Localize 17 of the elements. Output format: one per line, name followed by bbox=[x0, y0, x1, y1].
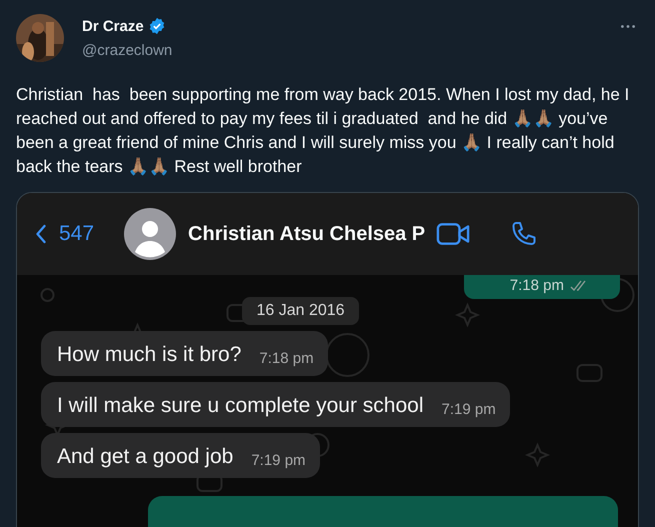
message-time: 7:19 pm bbox=[442, 401, 496, 418]
message-time: 7:18 pm bbox=[259, 350, 314, 367]
video-call-icon[interactable] bbox=[435, 220, 472, 248]
author-handle[interactable]: @crazeclown bbox=[82, 42, 602, 59]
back-button[interactable]: 547 bbox=[35, 222, 94, 246]
message-time: 7:19 pm bbox=[251, 452, 306, 469]
tweet-text: Christian has been supporting me from way back 2015. When I lost my dad, he I reached out and offered to pay my fees til i graduated and he did 🙏🏽🙏🏽 you’ve been a great friend of mine Chris and I will surely miss you 🙏🏽 I really can’t hold back the tears 🙏🏽🙏🏽 Rest well brother bbox=[16, 84, 630, 178]
contact-name[interactable]: Christian Atsu Chelsea P bbox=[188, 222, 426, 246]
back-chevron-icon bbox=[35, 224, 47, 244]
date-label: 16 Jan 2016 bbox=[242, 297, 359, 325]
author-name[interactable]: Dr Craze bbox=[82, 18, 144, 34]
more-options-icon[interactable] bbox=[620, 24, 636, 29]
message-text: And get a good job bbox=[57, 444, 234, 469]
message-text: How much is it bro? bbox=[57, 342, 242, 367]
message-text: I will make sure u complete your school bbox=[57, 393, 424, 418]
message-time: 7:18 pm bbox=[510, 277, 564, 294]
contact-avatar-icon[interactable] bbox=[124, 208, 176, 260]
